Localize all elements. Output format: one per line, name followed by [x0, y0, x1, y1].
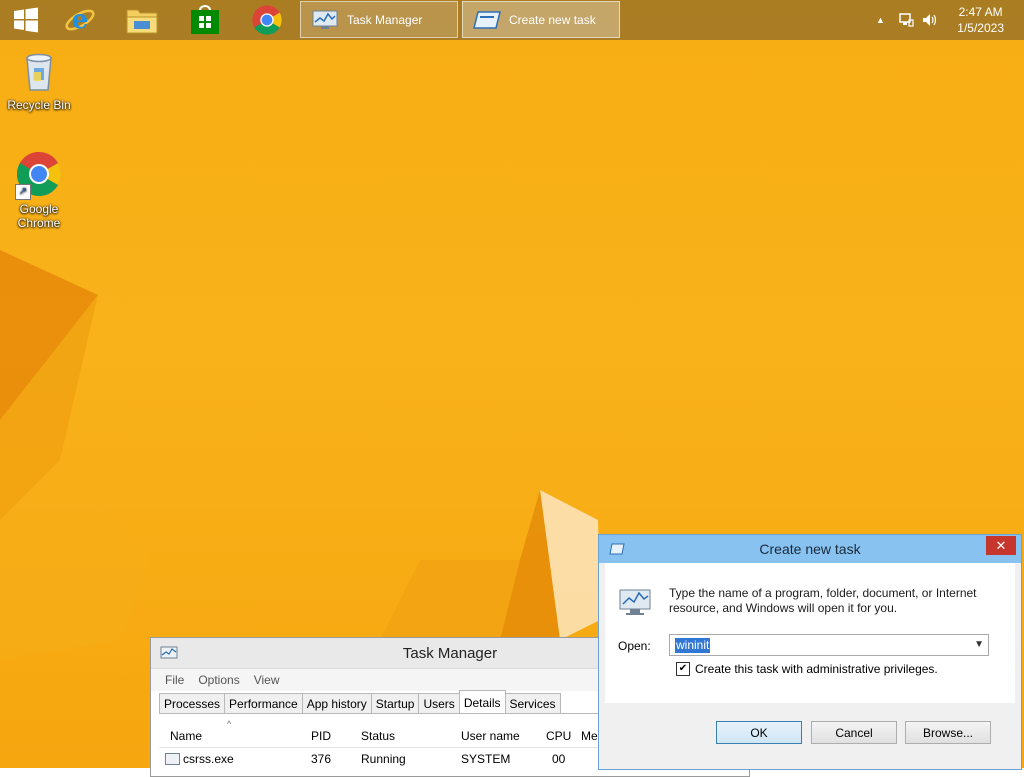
taskbar-clock[interactable]: 2:47 AM 1/5/2023 [957, 4, 1004, 36]
tab-processes[interactable]: Processes [159, 693, 226, 714]
tab-details[interactable]: Details [458, 690, 506, 714]
browse-button[interactable]: Browse... [905, 721, 991, 744]
close-button[interactable]: ✕ [986, 536, 1016, 555]
dialog-title: Create new task [759, 541, 861, 557]
show-hidden-icons-button[interactable]: ▲ [876, 0, 885, 40]
column-header-pid[interactable]: PID [311, 729, 331, 743]
dialog-body: Type the name of a program, folder, docu… [605, 563, 1015, 703]
run-program-icon [618, 587, 652, 620]
menu-file[interactable]: File [165, 673, 184, 687]
taskbar-google-chrome[interactable] [245, 2, 289, 38]
chrome-icon [252, 5, 282, 35]
taskbar-task-label: Task Manager [347, 12, 423, 27]
ok-button[interactable]: OK [716, 721, 802, 744]
task-manager-tabs: Processes Performance App history Startu… [159, 690, 561, 714]
tab-performance[interactable]: Performance [224, 693, 303, 714]
tab-users[interactable]: Users [418, 693, 460, 714]
admin-checkbox-label: Create this task with administrative pri… [695, 662, 938, 676]
admin-privileges-checkbox[interactable]: ✔ Create this task with administrative p… [676, 662, 938, 676]
recycle-bin-icon [15, 46, 63, 94]
cell-name: csrss.exe [183, 752, 234, 766]
tab-services[interactable]: Services [504, 693, 561, 714]
dialog-description: Type the name of a program, folder, docu… [669, 586, 977, 615]
open-label: Open: [618, 639, 651, 653]
process-icon [165, 753, 180, 765]
checkbox-checked-icon[interactable]: ✔ [676, 662, 690, 676]
menu-view[interactable]: View [254, 673, 280, 687]
tab-startup[interactable]: Startup [370, 693, 420, 714]
taskbar: e Task Manager Create new task ▲ 2:47 AM… [0, 0, 1024, 40]
cell-pid: 376 [311, 752, 332, 766]
desktop-icon-recycle-bin[interactable]: Recycle Bin [1, 46, 77, 112]
desktop-icon-label: Google Chrome [17, 202, 61, 230]
desktop-icon-google-chrome[interactable]: ↗ Google Chrome [1, 150, 77, 230]
column-header-status[interactable]: Status [361, 729, 395, 743]
cell-status: Running [361, 752, 406, 766]
dialog-titlebar[interactable]: Create new task ✕ [599, 535, 1021, 563]
menu-options[interactable]: Options [198, 673, 239, 687]
network-icon[interactable] [898, 0, 914, 40]
column-header-cpu[interactable]: CPU [546, 729, 571, 743]
create-new-task-dialog: Create new task ✕ Type the name of a pro… [598, 534, 1022, 770]
cell-cpu: 00 [552, 752, 566, 766]
shortcut-arrow-icon: ↗ [15, 184, 31, 200]
sort-ascending-icon: ^ [227, 719, 232, 729]
windows-logo-icon [14, 7, 38, 33]
internet-explorer-icon: e [65, 5, 95, 35]
column-header-memory[interactable]: Me [581, 729, 598, 743]
folder-icon [126, 9, 158, 34]
start-button[interactable] [4, 2, 48, 38]
taskbar-task-manager[interactable]: Task Manager [300, 1, 458, 38]
task-manager-icon [311, 9, 339, 31]
volume-icon[interactable] [921, 0, 939, 40]
taskbar-store[interactable] [183, 2, 227, 38]
cell-user: SYSTEM [461, 752, 511, 766]
taskbar-task-label: Create new task [509, 12, 596, 27]
close-icon: ✕ [995, 537, 1007, 553]
column-header-name[interactable]: Name [170, 729, 202, 743]
store-bag-icon [191, 5, 219, 34]
run-dialog-icon [473, 9, 501, 31]
cancel-button[interactable]: Cancel [811, 721, 897, 744]
chrome-icon: ↗ [15, 150, 63, 200]
taskbar-internet-explorer[interactable]: e [58, 2, 102, 38]
taskbar-file-explorer[interactable] [120, 2, 164, 38]
clock-date: 1/5/2023 [957, 21, 1004, 35]
open-combobox[interactable]: wininit ▼ [669, 634, 989, 656]
tab-app-history[interactable]: App history [301, 693, 372, 714]
clock-time: 2:47 AM [958, 5, 1003, 19]
open-input-value[interactable]: wininit [675, 638, 711, 653]
desktop-icon-label: Recycle Bin [7, 98, 71, 112]
chevron-down-icon[interactable]: ▼ [974, 639, 984, 650]
column-header-user-name[interactable]: User name [461, 729, 520, 743]
taskbar-create-new-task[interactable]: Create new task [462, 1, 620, 38]
svg-text:e: e [72, 5, 89, 35]
